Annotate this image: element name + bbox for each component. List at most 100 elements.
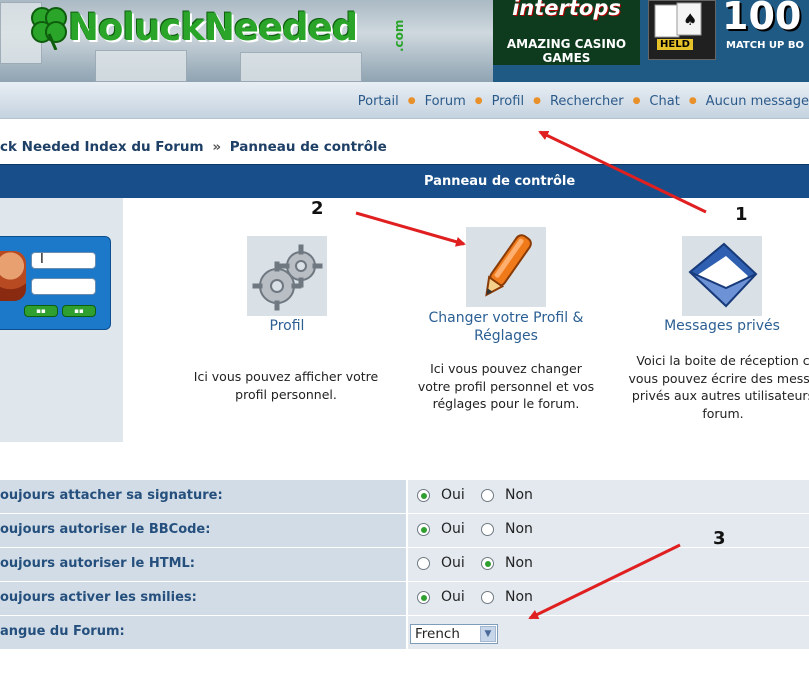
annotation-number-3: 3: [713, 528, 726, 549]
site-banner: NoluckNeeded .com intertops AMAZING CASI…: [0, 0, 809, 82]
clover-icon: [31, 7, 67, 50]
site-logo-suffix: .com: [392, 19, 406, 52]
description-line: Ici vous pouvez afficher votre: [193, 369, 379, 384]
radio-label-yes: Oui: [441, 555, 465, 571]
control-panel-title: Panneau de contrôle: [424, 174, 576, 189]
pref-label: angue du Forum:: [0, 624, 125, 639]
nav-separator-dot: ●: [632, 96, 641, 106]
nav-separator-dot: ●: [407, 96, 416, 106]
tile-messages-link[interactable]: Messages privés: [652, 318, 792, 334]
site-logo[interactable]: NoluckNeeded: [68, 6, 358, 49]
envelope-icon-graphic: [688, 242, 758, 308]
nav-link-forum[interactable]: Forum: [425, 94, 466, 109]
cards-icon: ♠: [654, 2, 702, 38]
language-select-value: French: [415, 626, 460, 642]
control-panel-header: Panneau de contrôle: [0, 164, 809, 198]
annotation-number-1: 1: [735, 204, 748, 225]
pref-label-cell: oujours attacher sa signature:: [0, 480, 406, 513]
pref-row-smilies: oujours activer les smilies: Oui Non: [0, 582, 809, 615]
pref-label-cell: oujours activer les smilies:: [0, 582, 406, 615]
nav-link-messages[interactable]: Aucun message: [706, 94, 809, 109]
nav-separator-dot: ●: [474, 96, 483, 106]
pref-option-cell: [408, 480, 809, 513]
svg-text:♠: ♠: [683, 10, 697, 29]
pref-row-signature: oujours attacher sa signature: Oui Non: [0, 480, 809, 513]
nav-separator-dot: ●: [688, 96, 697, 106]
pref-row-language: angue du Forum: French ▼: [0, 616, 809, 649]
breadcrumb-separator: »: [212, 139, 222, 155]
ad-line: AMAZING CASINO: [506, 37, 627, 51]
pref-row-bbcode: oujours autoriser le BBCode: Oui Non: [0, 514, 809, 547]
pref-label: oujours autoriser le BBCode:: [0, 522, 211, 537]
bbcode-no-radio[interactable]: [481, 523, 494, 536]
html-yes-radio[interactable]: [417, 557, 430, 570]
top-navigation: Portail ● Forum ● Profil ● Rechercher ● Chat ● Auc…: [0, 82, 809, 119]
signature-yes-radio[interactable]: [417, 489, 430, 502]
ad-bonus-number: 100: [722, 0, 802, 38]
pref-label-cell: angue du Forum:: [0, 616, 406, 649]
pref-label-cell: oujours autoriser le HTML:: [0, 548, 406, 581]
nav-link-profil[interactable]: Profil: [492, 94, 524, 109]
pref-label: oujours activer les smilies:: [0, 590, 197, 605]
nav-link-rechercher[interactable]: Rechercher: [550, 94, 624, 109]
tile-profil-description: Ici vous pouvez afficher votre profil pe…: [176, 368, 396, 403]
radio-label-yes: Oui: [441, 589, 465, 605]
description-line: votre profil personnel et vos: [417, 378, 595, 394]
radio-label-yes: Oui: [441, 487, 465, 503]
description-line: Voici la boite de réception c: [636, 353, 809, 368]
smilies-no-radio[interactable]: [481, 591, 494, 604]
radio-label-no: Non: [505, 521, 533, 537]
html-no-radio[interactable]: [481, 557, 494, 570]
signature-no-radio[interactable]: [481, 489, 494, 502]
radio-label-no: Non: [505, 589, 533, 605]
chevron-down-icon[interactable]: ▼: [480, 626, 496, 642]
pref-option-cell: [408, 548, 809, 581]
gears-icon-graphic: [252, 244, 323, 311]
description-line: vous pouvez écrire des messa: [628, 370, 809, 386]
pref-label-cell: oujours autoriser le BBCode:: [0, 514, 406, 547]
nav-link-portail[interactable]: Portail: [358, 94, 399, 109]
tile-messages-description: Voici la boite de réception c vous pouve…: [608, 352, 809, 422]
tile-label-line[interactable]: Réglages: [406, 327, 606, 345]
tile-profil-link[interactable]: Profil: [247, 318, 327, 334]
description-line: forum.: [702, 405, 744, 421]
password-field[interactable]: [31, 278, 96, 295]
description-line: privés aux autres utilisateurs: [631, 388, 809, 403]
tile-edit-profile-link[interactable]: Changer votre Profil & Réglages: [406, 309, 606, 345]
description-line: profil personnel.: [235, 386, 337, 402]
pref-row-html: oujours autoriser le HTML: Oui Non: [0, 548, 809, 581]
held-label: HELD: [657, 39, 693, 50]
ad-bonus-text: MATCH UP BO: [726, 40, 804, 51]
nav-link-chat[interactable]: Chat: [649, 94, 679, 109]
radio-label-yes: Oui: [441, 521, 465, 537]
username-field[interactable]: I: [31, 252, 96, 269]
register-button[interactable]: ▪▪: [62, 305, 96, 317]
pref-label: oujours autoriser le HTML:: [0, 556, 195, 571]
banknote-decoration: [95, 50, 187, 82]
tile-edit-profile-description: Ici vous pouvez changer votre profil per…: [404, 360, 608, 413]
smilies-yes-radio[interactable]: [417, 591, 430, 604]
gears-icon[interactable]: [247, 236, 327, 316]
description-line: réglages pour le forum.: [432, 396, 580, 411]
description-line: Ici vous pouvez changer: [430, 361, 582, 376]
breadcrumb-home-link[interactable]: ck Needed Index du Forum: [0, 139, 204, 155]
casino-ad[interactable]: intertops AMAZING CASINO GAMES: [493, 0, 640, 65]
playing-cards-ad-image[interactable]: ♠ HELD: [648, 0, 716, 60]
login-button[interactable]: ▪▪: [24, 305, 58, 317]
bbcode-yes-radio[interactable]: [417, 523, 430, 536]
text-cursor-icon: I: [40, 252, 44, 267]
ad-brand: intertops: [512, 0, 621, 20]
tile-label-line[interactable]: Changer votre Profil &: [406, 309, 606, 327]
pen-icon[interactable]: [466, 227, 546, 307]
breadcrumb-current-link[interactable]: Panneau de contrôle: [230, 139, 387, 155]
radio-label-no: Non: [505, 487, 533, 503]
ad-line: GAMES: [542, 51, 591, 65]
envelope-icon[interactable]: [682, 236, 762, 316]
login-widget: I ▪▪ ▪▪: [0, 236, 111, 330]
pref-option-cell: [408, 514, 809, 547]
nav-separator-dot: ●: [533, 96, 541, 106]
pref-label: oujours attacher sa signature:: [0, 488, 223, 503]
radio-label-no: Non: [505, 555, 533, 571]
annotation-number-2: 2: [311, 198, 324, 219]
language-select[interactable]: French ▼: [410, 624, 498, 644]
